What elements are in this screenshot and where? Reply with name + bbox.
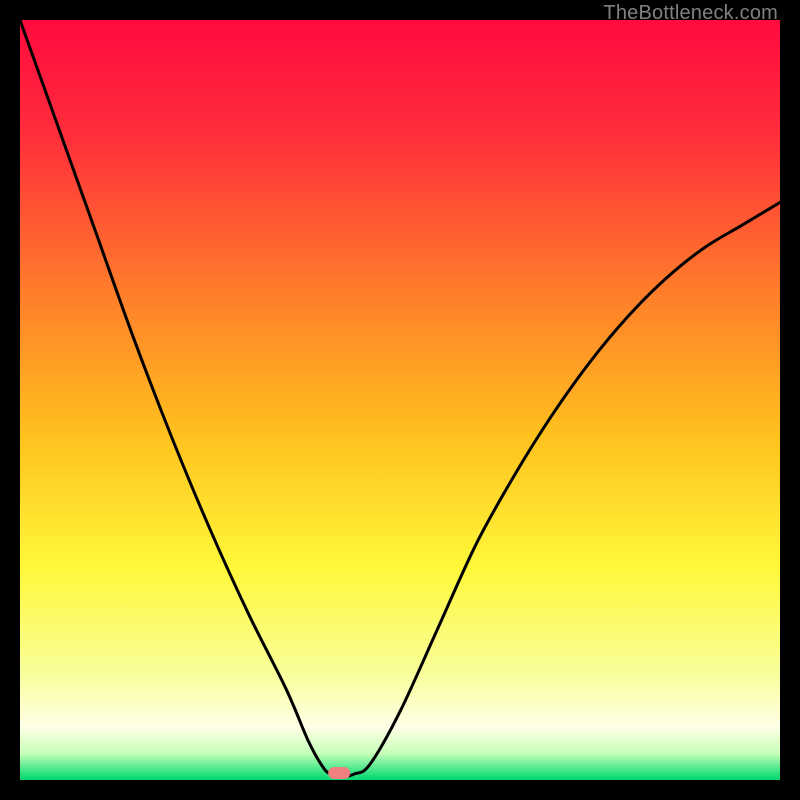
gradient-background — [20, 20, 780, 780]
optimum-marker — [328, 767, 350, 779]
watermark-text: TheBottleneck.com — [603, 2, 778, 25]
bottleneck-curve-plot — [20, 20, 780, 780]
chart-frame — [20, 20, 780, 780]
